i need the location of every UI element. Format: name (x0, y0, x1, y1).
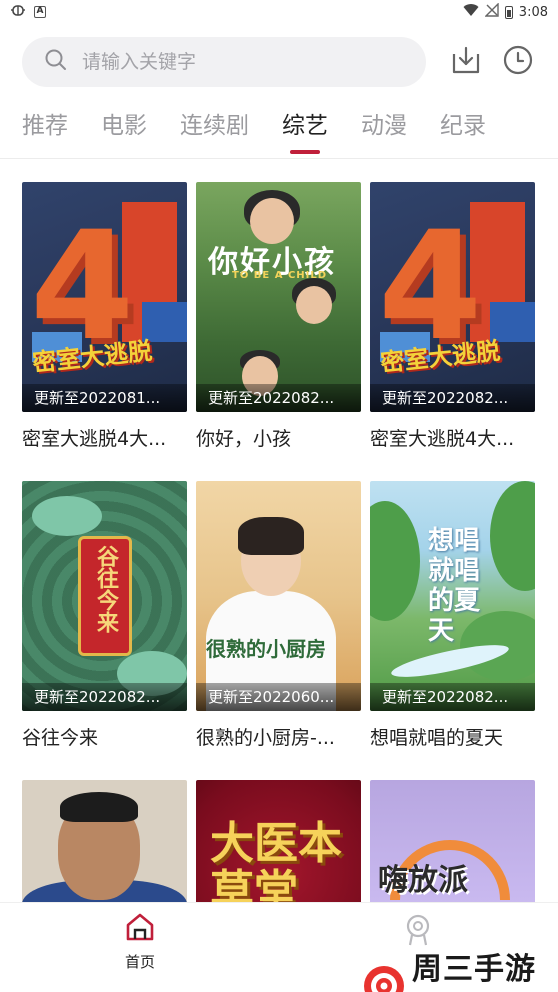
poster-title: 谷往今来 (93, 545, 118, 633)
tab-recommend[interactable]: 推荐 (22, 106, 68, 146)
video-title[interactable]: 谷往今来 (22, 723, 187, 750)
poster-title: 很熟的小厨房 (206, 637, 326, 661)
update-badge: 更新至2022081... (22, 384, 187, 412)
wifi-icon (463, 3, 479, 21)
poster-title: 想唱就唱的夏天 (428, 526, 481, 646)
tab-documentary[interactable]: 纪录 (440, 106, 486, 146)
poster-image[interactable]: 很熟的小厨房 更新至2022060... (196, 481, 361, 711)
poster-scroll: 谷往今来 (78, 536, 132, 656)
battery-icon (504, 5, 513, 19)
video-title[interactable]: 密室大逃脱4大... (370, 424, 535, 451)
search-icon (44, 48, 68, 76)
video-title[interactable]: 想唱就唱的夏天 (370, 723, 535, 750)
poster-title: 嗨放派 (378, 863, 468, 898)
nav-home-label: 首页 (124, 953, 155, 971)
search-row (22, 36, 536, 88)
poster-image[interactable]: 4 密室大逃脱 更新至2022082... (370, 182, 535, 412)
update-badge: 更新至2022082... (370, 384, 535, 412)
update-badge: 更新至2022082... (370, 683, 535, 711)
poster-image[interactable]: 你好小孩 TO BE A CHILD 更新至2022082... (196, 182, 361, 412)
tabs-divider (0, 158, 558, 159)
video-grid: 4 密室大逃脱 更新至2022081... 密室大逃脱4大... 你好小孩 TO… (22, 182, 538, 992)
no-signal-icon (484, 2, 499, 21)
watermark-text: 周三手游网 (412, 952, 536, 987)
search-input[interactable] (82, 51, 382, 73)
video-card[interactable]: 谷往今来 更新至2022082... 谷往今来 (22, 481, 187, 750)
watermark-logo-icon (362, 964, 406, 992)
clock-icon (502, 44, 534, 80)
download-icon (450, 44, 482, 80)
bug-icon (10, 2, 26, 22)
update-badge: 更新至2022082... (22, 683, 187, 711)
update-badge: 更新至2022060... (196, 683, 361, 711)
update-badge: 更新至2022082... (196, 384, 361, 412)
video-card[interactable]: 4 密室大逃脱 更新至2022081... 密室大逃脱4大... (22, 182, 187, 451)
tab-series[interactable]: 连续剧 (180, 106, 249, 146)
tab-anime[interactable]: 动漫 (361, 106, 407, 146)
status-bar: A 3:08 (0, 0, 558, 24)
tab-movies[interactable]: 电影 (101, 106, 147, 146)
clock-time: 3:08 (518, 4, 548, 20)
home-icon (125, 913, 155, 945)
tab-variety[interactable]: 综艺 (282, 106, 328, 154)
video-card[interactable]: 想唱就唱的夏天 更新至2022082... 想唱就唱的夏天 (370, 481, 535, 750)
history-button[interactable] (500, 44, 536, 80)
watermark: 周三手游网 (362, 944, 558, 992)
video-card[interactable]: 4 密室大逃脱 更新至2022082... 密室大逃脱4大... (370, 182, 535, 451)
poster-image[interactable]: 4 密室大逃脱 更新至2022081... (22, 182, 187, 412)
download-button[interactable] (448, 44, 484, 80)
poster-image[interactable]: 想唱就唱的夏天 更新至2022082... (370, 481, 535, 711)
nav-home[interactable]: 首页 (112, 913, 168, 972)
video-title[interactable]: 密室大逃脱4大... (22, 424, 187, 451)
video-title[interactable]: 很熟的小厨房-... (196, 723, 361, 750)
video-title[interactable]: 你好，小孩 (196, 424, 361, 451)
a-icon: A (34, 6, 46, 18)
video-card[interactable]: 很熟的小厨房 更新至2022060... 很熟的小厨房-... (196, 481, 361, 750)
category-tabs: 推荐 电影 连续剧 综艺 动漫 纪录 (22, 106, 558, 156)
poster-image[interactable]: 谷往今来 更新至2022082... (22, 481, 187, 711)
search-box[interactable] (22, 37, 427, 87)
video-card[interactable]: 你好小孩 TO BE A CHILD 更新至2022082... 你好，小孩 (196, 182, 361, 451)
